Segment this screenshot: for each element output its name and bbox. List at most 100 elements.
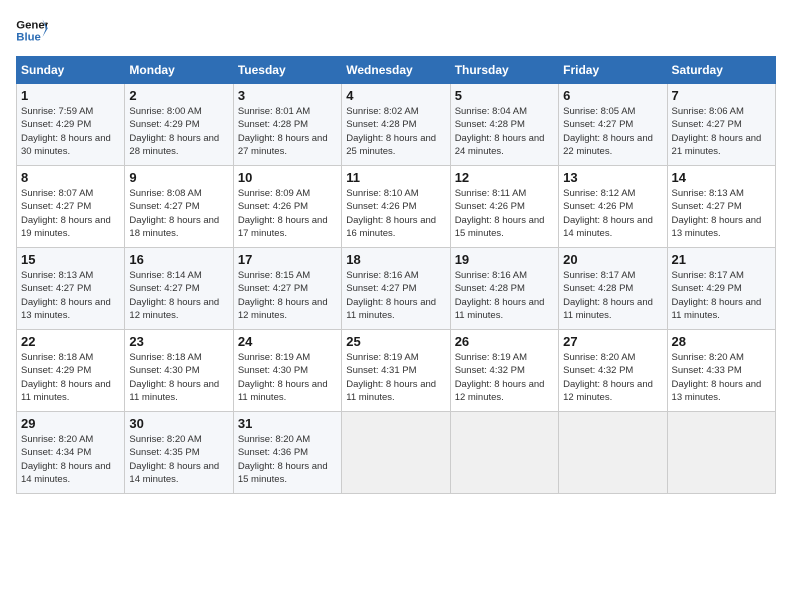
- day-cell: 25 Sunrise: 8:19 AMSunset: 4:31 PMDaylig…: [342, 330, 450, 412]
- day-info: Sunrise: 8:18 AMSunset: 4:30 PMDaylight:…: [129, 351, 228, 404]
- day-info: Sunrise: 8:00 AMSunset: 4:29 PMDaylight:…: [129, 105, 228, 158]
- day-info: Sunrise: 8:07 AMSunset: 4:27 PMDaylight:…: [21, 187, 120, 240]
- day-number: 1: [21, 88, 120, 103]
- calendar-body: 1 Sunrise: 7:59 AMSunset: 4:29 PMDayligh…: [17, 84, 776, 494]
- day-cell: 14 Sunrise: 8:13 AMSunset: 4:27 PMDaylig…: [667, 166, 775, 248]
- day-cell: 17 Sunrise: 8:15 AMSunset: 4:27 PMDaylig…: [233, 248, 341, 330]
- week-row-2: 8 Sunrise: 8:07 AMSunset: 4:27 PMDayligh…: [17, 166, 776, 248]
- week-row-3: 15 Sunrise: 8:13 AMSunset: 4:27 PMDaylig…: [17, 248, 776, 330]
- header-cell-friday: Friday: [559, 57, 667, 84]
- day-cell: 18 Sunrise: 8:16 AMSunset: 4:27 PMDaylig…: [342, 248, 450, 330]
- day-number: 8: [21, 170, 120, 185]
- day-cell: 26 Sunrise: 8:19 AMSunset: 4:32 PMDaylig…: [450, 330, 558, 412]
- header-cell-sunday: Sunday: [17, 57, 125, 84]
- day-cell: 10 Sunrise: 8:09 AMSunset: 4:26 PMDaylig…: [233, 166, 341, 248]
- week-row-1: 1 Sunrise: 7:59 AMSunset: 4:29 PMDayligh…: [17, 84, 776, 166]
- day-number: 11: [346, 170, 445, 185]
- day-number: 16: [129, 252, 228, 267]
- day-number: 18: [346, 252, 445, 267]
- header-cell-tuesday: Tuesday: [233, 57, 341, 84]
- day-info: Sunrise: 8:01 AMSunset: 4:28 PMDaylight:…: [238, 105, 337, 158]
- day-info: Sunrise: 8:16 AMSunset: 4:28 PMDaylight:…: [455, 269, 554, 322]
- day-info: Sunrise: 8:13 AMSunset: 4:27 PMDaylight:…: [672, 187, 771, 240]
- day-cell: 12 Sunrise: 8:11 AMSunset: 4:26 PMDaylig…: [450, 166, 558, 248]
- day-number: 23: [129, 334, 228, 349]
- day-info: Sunrise: 7:59 AMSunset: 4:29 PMDaylight:…: [21, 105, 120, 158]
- day-number: 2: [129, 88, 228, 103]
- day-info: Sunrise: 8:19 AMSunset: 4:31 PMDaylight:…: [346, 351, 445, 404]
- day-info: Sunrise: 8:17 AMSunset: 4:28 PMDaylight:…: [563, 269, 662, 322]
- day-cell: 16 Sunrise: 8:14 AMSunset: 4:27 PMDaylig…: [125, 248, 233, 330]
- svg-text:Blue: Blue: [16, 32, 41, 44]
- day-number: 3: [238, 88, 337, 103]
- day-cell: [342, 412, 450, 494]
- day-number: 21: [672, 252, 771, 267]
- day-info: Sunrise: 8:09 AMSunset: 4:26 PMDaylight:…: [238, 187, 337, 240]
- day-info: Sunrise: 8:16 AMSunset: 4:27 PMDaylight:…: [346, 269, 445, 322]
- day-cell: 31 Sunrise: 8:20 AMSunset: 4:36 PMDaylig…: [233, 412, 341, 494]
- header-cell-monday: Monday: [125, 57, 233, 84]
- day-number: 5: [455, 88, 554, 103]
- day-cell: 21 Sunrise: 8:17 AMSunset: 4:29 PMDaylig…: [667, 248, 775, 330]
- day-number: 19: [455, 252, 554, 267]
- day-cell: 7 Sunrise: 8:06 AMSunset: 4:27 PMDayligh…: [667, 84, 775, 166]
- header: General Blue: [16, 16, 776, 44]
- day-info: Sunrise: 8:17 AMSunset: 4:29 PMDaylight:…: [672, 269, 771, 322]
- day-number: 31: [238, 416, 337, 431]
- day-info: Sunrise: 8:20 AMSunset: 4:36 PMDaylight:…: [238, 433, 337, 486]
- day-info: Sunrise: 8:19 AMSunset: 4:30 PMDaylight:…: [238, 351, 337, 404]
- day-info: Sunrise: 8:20 AMSunset: 4:32 PMDaylight:…: [563, 351, 662, 404]
- day-info: Sunrise: 8:06 AMSunset: 4:27 PMDaylight:…: [672, 105, 771, 158]
- day-cell: 15 Sunrise: 8:13 AMSunset: 4:27 PMDaylig…: [17, 248, 125, 330]
- day-info: Sunrise: 8:10 AMSunset: 4:26 PMDaylight:…: [346, 187, 445, 240]
- day-cell: 5 Sunrise: 8:04 AMSunset: 4:28 PMDayligh…: [450, 84, 558, 166]
- day-info: Sunrise: 8:11 AMSunset: 4:26 PMDaylight:…: [455, 187, 554, 240]
- day-cell: 11 Sunrise: 8:10 AMSunset: 4:26 PMDaylig…: [342, 166, 450, 248]
- day-number: 28: [672, 334, 771, 349]
- header-cell-saturday: Saturday: [667, 57, 775, 84]
- day-number: 25: [346, 334, 445, 349]
- calendar-table: SundayMondayTuesdayWednesdayThursdayFrid…: [16, 56, 776, 494]
- page-container: General Blue SundayMondayTuesdayWednesda…: [0, 0, 792, 504]
- logo: General Blue: [16, 16, 48, 44]
- day-info: Sunrise: 8:02 AMSunset: 4:28 PMDaylight:…: [346, 105, 445, 158]
- day-info: Sunrise: 8:20 AMSunset: 4:35 PMDaylight:…: [129, 433, 228, 486]
- day-cell: 3 Sunrise: 8:01 AMSunset: 4:28 PMDayligh…: [233, 84, 341, 166]
- day-cell: 8 Sunrise: 8:07 AMSunset: 4:27 PMDayligh…: [17, 166, 125, 248]
- day-number: 13: [563, 170, 662, 185]
- day-number: 9: [129, 170, 228, 185]
- day-number: 6: [563, 88, 662, 103]
- day-cell: 13 Sunrise: 8:12 AMSunset: 4:26 PMDaylig…: [559, 166, 667, 248]
- day-info: Sunrise: 8:04 AMSunset: 4:28 PMDaylight:…: [455, 105, 554, 158]
- day-cell: 30 Sunrise: 8:20 AMSunset: 4:35 PMDaylig…: [125, 412, 233, 494]
- day-number: 15: [21, 252, 120, 267]
- day-number: 29: [21, 416, 120, 431]
- day-cell: 19 Sunrise: 8:16 AMSunset: 4:28 PMDaylig…: [450, 248, 558, 330]
- day-number: 7: [672, 88, 771, 103]
- day-number: 4: [346, 88, 445, 103]
- day-number: 27: [563, 334, 662, 349]
- day-cell: 2 Sunrise: 8:00 AMSunset: 4:29 PMDayligh…: [125, 84, 233, 166]
- calendar-header-row: SundayMondayTuesdayWednesdayThursdayFrid…: [17, 57, 776, 84]
- day-cell: 23 Sunrise: 8:18 AMSunset: 4:30 PMDaylig…: [125, 330, 233, 412]
- day-cell: 27 Sunrise: 8:20 AMSunset: 4:32 PMDaylig…: [559, 330, 667, 412]
- day-cell: 29 Sunrise: 8:20 AMSunset: 4:34 PMDaylig…: [17, 412, 125, 494]
- day-cell: [559, 412, 667, 494]
- day-number: 26: [455, 334, 554, 349]
- day-cell: 9 Sunrise: 8:08 AMSunset: 4:27 PMDayligh…: [125, 166, 233, 248]
- day-cell: 20 Sunrise: 8:17 AMSunset: 4:28 PMDaylig…: [559, 248, 667, 330]
- day-info: Sunrise: 8:20 AMSunset: 4:34 PMDaylight:…: [21, 433, 120, 486]
- day-cell: 4 Sunrise: 8:02 AMSunset: 4:28 PMDayligh…: [342, 84, 450, 166]
- day-number: 14: [672, 170, 771, 185]
- day-number: 30: [129, 416, 228, 431]
- day-info: Sunrise: 8:14 AMSunset: 4:27 PMDaylight:…: [129, 269, 228, 322]
- header-cell-thursday: Thursday: [450, 57, 558, 84]
- day-info: Sunrise: 8:12 AMSunset: 4:26 PMDaylight:…: [563, 187, 662, 240]
- day-number: 17: [238, 252, 337, 267]
- day-number: 24: [238, 334, 337, 349]
- day-info: Sunrise: 8:05 AMSunset: 4:27 PMDaylight:…: [563, 105, 662, 158]
- day-cell: 6 Sunrise: 8:05 AMSunset: 4:27 PMDayligh…: [559, 84, 667, 166]
- day-number: 22: [21, 334, 120, 349]
- header-cell-wednesday: Wednesday: [342, 57, 450, 84]
- day-cell: 22 Sunrise: 8:18 AMSunset: 4:29 PMDaylig…: [17, 330, 125, 412]
